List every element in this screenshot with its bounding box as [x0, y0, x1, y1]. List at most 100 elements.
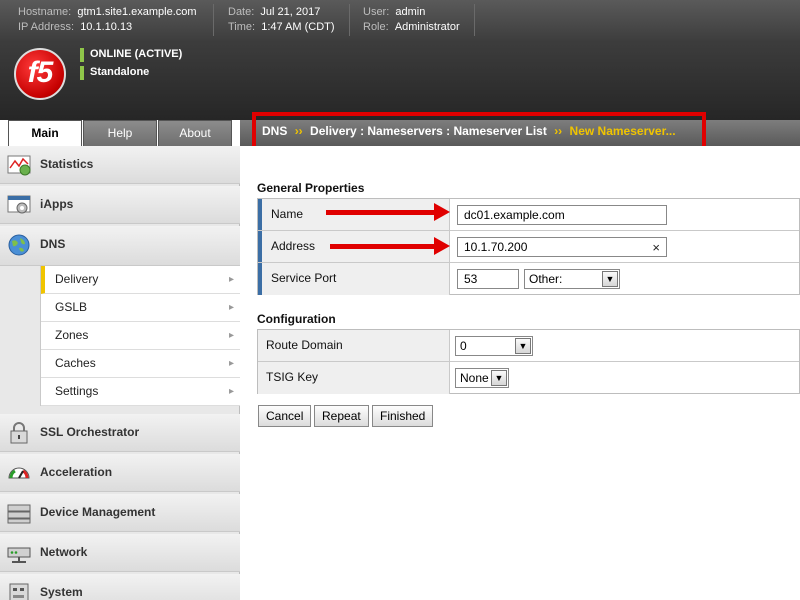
- submenu-item-gslb[interactable]: GSLB ▸: [41, 294, 240, 322]
- configuration-title: Configuration: [257, 312, 336, 326]
- sidebar-item-dns[interactable]: DNS: [0, 226, 240, 266]
- role-label: Role:: [363, 21, 389, 33]
- sidebar-item-label: Statistics: [40, 157, 94, 171]
- f5-logo[interactable]: f5: [14, 48, 66, 100]
- sidebar-item-label: DNS: [40, 237, 66, 251]
- chevron-right-icon: ▸: [228, 330, 234, 341]
- sidebar-item-label: Acceleration: [40, 465, 113, 479]
- name-input[interactable]: dc01.example.com: [457, 205, 667, 225]
- configuration-table: Route Domain 0 ▼ TSIG Key None ▼: [257, 329, 800, 394]
- submenu-item-label: Caches: [55, 356, 96, 370]
- topbar-divider: [474, 4, 475, 36]
- tab-about[interactable]: About: [158, 120, 232, 146]
- sidebar-item-network[interactable]: Network: [0, 534, 240, 572]
- topbar-divider: [213, 4, 214, 36]
- sidebar-item-acceleration[interactable]: Acceleration: [0, 454, 240, 492]
- header: f5 ONLINE (ACTIVE) Standalone: [0, 40, 800, 120]
- arrowhead: [434, 237, 450, 255]
- arrowhead: [434, 203, 450, 221]
- server-icon: [7, 504, 31, 524]
- main-content: General Properties Name dc01.example.com…: [240, 146, 800, 600]
- tsig-key-value-cell: None ▼: [451, 362, 799, 394]
- service-port-select[interactable]: Other: ▼: [524, 269, 620, 289]
- tab-help[interactable]: Help: [83, 120, 157, 146]
- time-label: Time:: [228, 21, 256, 33]
- lock-icon: [10, 422, 28, 444]
- user-label: User:: [363, 6, 390, 18]
- hostname-label: Hostname:: [18, 6, 72, 18]
- iapps-icon: [7, 195, 31, 214]
- sidebar-item-ssl-orchestrator[interactable]: SSL Orchestrator: [0, 414, 240, 452]
- tsig-key-select[interactable]: None ▼: [455, 368, 509, 388]
- statistics-icon: [7, 155, 31, 176]
- tsig-key-row: TSIG Key None ▼: [258, 362, 799, 394]
- name-row: Name dc01.example.com: [258, 199, 799, 231]
- system-icon: [9, 583, 29, 600]
- hostname-value: gtm1.site1.example.com: [77, 6, 197, 18]
- route-domain-value-cell: 0 ▼: [451, 330, 799, 361]
- role-value: Administrator: [394, 21, 460, 33]
- user-info: User: admin Role: Administrator: [363, 5, 460, 35]
- sidebar-item-label: Network: [40, 545, 88, 559]
- submenu-item-label: GSLB: [55, 300, 88, 314]
- submenu-item-zones[interactable]: Zones ▸: [41, 322, 240, 350]
- status-indicator: [80, 48, 84, 62]
- tab-main[interactable]: Main: [8, 120, 82, 147]
- route-domain-row: Route Domain 0 ▼: [258, 330, 799, 362]
- service-port-select-value: Other:: [529, 272, 563, 286]
- date-value: Jul 21, 2017: [260, 6, 321, 18]
- device-mode: Standalone: [80, 66, 150, 80]
- top-info-bar: Hostname: gtm1.site1.example.com IP Addr…: [0, 0, 800, 40]
- globe-icon: [8, 234, 30, 256]
- gauge-icon: [8, 467, 30, 479]
- sidebar-item-device-management[interactable]: Device Management: [0, 494, 240, 532]
- sidebar-item-label: System: [40, 585, 83, 599]
- sidebar-item-label: SSL Orchestrator: [40, 425, 140, 439]
- annotation-arrow-address: [330, 237, 450, 255]
- sidebar-item-label: iApps: [40, 197, 74, 211]
- ip-label: IP Address:: [18, 21, 75, 33]
- submenu-item-label: Zones: [55, 328, 89, 342]
- chevron-down-icon: ▼: [491, 370, 507, 386]
- annotation-arrow-name: [326, 203, 450, 221]
- chevron-right-icon: ▸: [228, 386, 234, 397]
- submenu-item-delivery[interactable]: Delivery ▸: [41, 266, 240, 294]
- service-port-input[interactable]: 53: [457, 269, 519, 289]
- mode-text: Standalone: [90, 66, 150, 78]
- service-port-label: Service Port: [258, 263, 450, 295]
- cancel-button[interactable]: Cancel: [258, 405, 312, 427]
- submenu-item-settings[interactable]: Settings ▸: [41, 378, 240, 406]
- status-text: ONLINE (ACTIVE): [90, 48, 183, 60]
- address-input[interactable]: 10.1.70.200 ×: [457, 237, 667, 257]
- address-value-cell: 10.1.70.200 ×: [451, 231, 799, 262]
- name-value-cell: dc01.example.com: [451, 199, 799, 230]
- address-input-text: 10.1.70.200: [464, 240, 528, 254]
- chevron-right-icon: ▸: [228, 302, 234, 313]
- submenu-item-label: Delivery: [55, 272, 99, 286]
- user-value: admin: [395, 6, 426, 18]
- ip-value: 10.1.10.13: [80, 21, 133, 33]
- service-port-row: Service Port 53 Other: ▼: [258, 263, 799, 295]
- submenu-item-caches[interactable]: Caches ▸: [41, 350, 240, 378]
- clear-icon[interactable]: ×: [652, 239, 660, 257]
- submenu-item-label: Settings: [55, 384, 99, 398]
- sidebar-item-system[interactable]: System: [0, 574, 240, 600]
- device-status: ONLINE (ACTIVE): [80, 48, 183, 62]
- dns-submenu: Delivery ▸ GSLB ▸ Zones ▸ Caches ▸ Settings ▸: [40, 266, 240, 406]
- route-domain-select[interactable]: 0 ▼: [455, 336, 533, 356]
- sidebar-item-statistics[interactable]: Statistics: [0, 146, 240, 184]
- sidebar-item-iapps[interactable]: iApps: [0, 186, 240, 224]
- repeat-button[interactable]: Repeat: [314, 405, 369, 427]
- date-label: Date:: [228, 6, 255, 18]
- chevron-right-icon: ▸: [228, 274, 234, 285]
- time-value: 1:47 AM (CDT): [261, 21, 335, 33]
- main-tabs: Main Help About: [0, 120, 240, 147]
- chevron-down-icon: ▼: [602, 271, 618, 287]
- general-properties-title: General Properties: [257, 181, 365, 195]
- network-icon: [7, 547, 31, 563]
- finished-button[interactable]: Finished: [372, 405, 434, 427]
- mode-indicator: [80, 66, 84, 80]
- host-info: Hostname: gtm1.site1.example.com IP Addr…: [18, 5, 197, 35]
- sidebar: Statistics iApps DNS Delivery ▸ GSLB ▸ Zon…: [0, 146, 240, 600]
- route-domain-label: Route Domain: [258, 330, 450, 361]
